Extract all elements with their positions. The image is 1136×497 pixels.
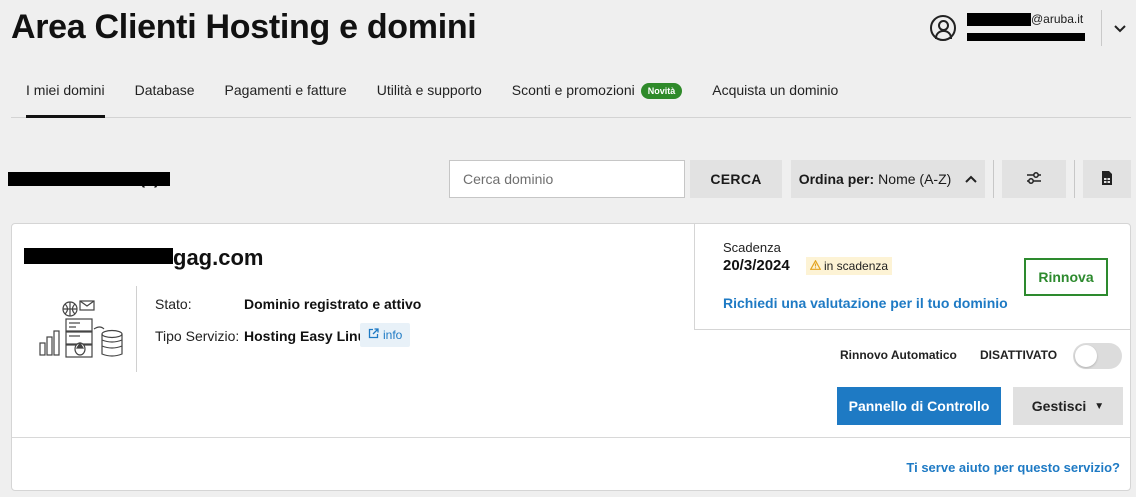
divider <box>1101 10 1102 46</box>
tab-label: Pagamenti e fatture <box>224 82 347 98</box>
user-menu[interactable]: @aruba.it <box>930 10 1126 46</box>
tab-sconti-e-promozioni[interactable]: Sconti e promozioni Novità <box>497 78 697 117</box>
tab-label: I miei domini <box>26 82 105 98</box>
service-type-label: Tipo Servizio: <box>155 328 240 344</box>
auto-renew-toggle[interactable] <box>1073 343 1122 369</box>
search-input[interactable] <box>449 160 685 198</box>
user-subtitle <box>967 28 1085 46</box>
main-nav: I miei domini Database Pagamenti e fattu… <box>11 78 1131 118</box>
user-email: @aruba.it <box>967 11 1085 28</box>
info-label: info <box>383 328 403 342</box>
search-button[interactable]: CERCA <box>690 160 782 198</box>
divider <box>1074 160 1075 198</box>
tab-label: Utilità e supporto <box>376 82 482 98</box>
sort-value: Nome (A-Z) <box>878 171 952 187</box>
service-info-link[interactable]: info <box>360 323 411 347</box>
new-badge: Novità <box>640 83 683 99</box>
sort-button[interactable]: Ordina per: Nome (A-Z) <box>791 160 985 198</box>
status-label: Stato: <box>155 296 192 312</box>
control-panel-button[interactable]: Pannello di Controllo <box>837 387 1001 425</box>
service-type-value: Hosting Easy Linux <box>244 328 374 344</box>
tab-label: Acquista un dominio <box>712 82 839 98</box>
tab-label: Sconti e promozioni <box>511 82 635 98</box>
redaction-bar <box>8 172 170 186</box>
tab-label: Database <box>134 82 195 98</box>
chevron-down-icon[interactable] <box>1114 21 1126 36</box>
tab-pagamenti-e-fatture[interactable]: Pagamenti e fatture <box>210 78 362 117</box>
divider <box>993 160 994 198</box>
domain-name-suffix: gag.com <box>173 245 264 270</box>
chevron-up-icon <box>965 172 978 186</box>
filter-button[interactable] <box>1002 160 1066 198</box>
user-info: @aruba.it <box>967 11 1085 46</box>
help-link[interactable]: Ti serve aiuto per questo servizio? <box>906 460 1120 475</box>
sort-label: Ordina per: <box>798 171 875 187</box>
warning-icon <box>809 259 822 273</box>
external-link-icon <box>368 328 379 342</box>
tab-database[interactable]: Database <box>120 78 210 117</box>
auto-renew-state: DISATTIVATO <box>980 348 1058 362</box>
divider <box>136 286 137 372</box>
export-button[interactable] <box>1083 160 1131 198</box>
domain-card: gag.com Stato: Dominio registrato e atti… <box>11 223 1131 491</box>
tab-utilita-e-supporto[interactable]: Utilità e supporto <box>362 78 497 117</box>
redacted-username <box>967 12 1031 26</box>
spreadsheet-icon <box>1100 170 1114 189</box>
manage-label: Gestisci <box>1031 398 1087 414</box>
renew-button[interactable]: Rinnova <box>1024 258 1108 296</box>
filter-icon <box>1026 171 1042 188</box>
redacted-user-subtitle <box>967 32 1085 41</box>
divider <box>12 437 1130 438</box>
tab-i-miei-domini[interactable]: I miei domini <box>11 78 120 118</box>
expiry-status-badge: in scadenza <box>806 257 893 275</box>
user-email-domain: @aruba.it <box>1031 11 1084 26</box>
expiry-date: 20/3/2024 <box>723 257 790 274</box>
tab-acquista-un-dominio[interactable]: Acquista un dominio <box>697 78 853 117</box>
auto-renew-label: Rinnovo Automatico <box>840 348 957 362</box>
hosting-illustration-icon <box>38 299 126 359</box>
user-icon <box>930 15 956 41</box>
expiry-panel: Scadenza 20/3/2024 in scadenza Richiedi … <box>694 224 1131 330</box>
caret-down-icon: ▼ <box>1094 400 1105 412</box>
evaluation-link[interactable]: Richiedi una valutazione per il tuo domi… <box>723 295 1008 311</box>
expiry-label: Scadenza <box>723 240 781 255</box>
manage-button[interactable]: Gestisci ▼ <box>1013 387 1123 425</box>
page-title: Area Clienti Hosting e domini <box>11 8 477 46</box>
status-value: Dominio registrato e attivo <box>244 296 422 312</box>
expiry-status-text: in scadenza <box>824 259 889 273</box>
redaction-bar <box>24 248 173 264</box>
